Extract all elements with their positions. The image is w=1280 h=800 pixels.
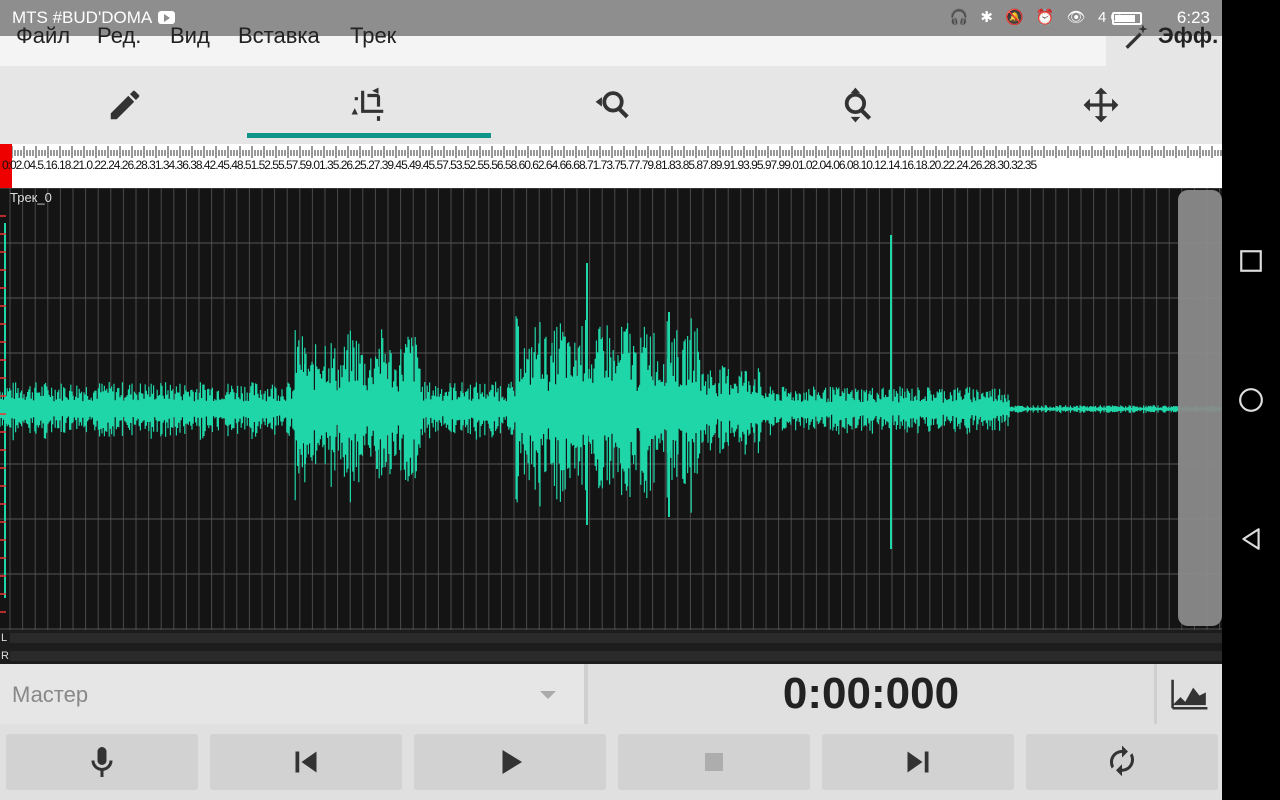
tool-pencil[interactable]: [3, 66, 247, 144]
spectrum-button[interactable]: [1157, 664, 1222, 724]
tool-bar: [0, 66, 1222, 144]
channel-right-label: R: [1, 650, 9, 662]
app-window: MTS #BUD'DOMA 🎧 ✱ 🔕 ⏰ 👁 4G 6:23 Файл Ред…: [0, 0, 1222, 800]
effects-label: Эфф.: [1158, 23, 1219, 48]
stop-icon: [705, 753, 723, 771]
microphone-icon: [91, 747, 113, 777]
zoom-vertical-icon: [844, 87, 872, 123]
time-display: 0:00:000: [782, 669, 960, 718]
active-tool-indicator: [247, 133, 491, 138]
move-icon: [1083, 87, 1119, 123]
waveform: [0, 188, 1222, 630]
vertical-scrollbar[interactable]: [1178, 190, 1222, 626]
android-nav-bar: [1222, 0, 1280, 800]
chevron-down-icon: [540, 691, 556, 699]
master-select[interactable]: Мастер: [0, 664, 584, 724]
menu-track[interactable]: Трек: [350, 23, 396, 49]
transport-panel: Мастер 0:00:000: [0, 664, 1222, 800]
skip-forward-icon: [907, 751, 929, 773]
pencil-icon: [110, 90, 140, 120]
status-icons: 🎧 ✱ 🔕 ⏰ 👁 4G: [949, 9, 1126, 26]
channel-right-meter: [10, 651, 1222, 661]
tool-zoom-horizontal[interactable]: [491, 66, 735, 144]
recents-icon[interactable]: [1238, 248, 1264, 274]
effects-button[interactable]: Эфф.: [1106, 23, 1222, 66]
loop-button[interactable]: [1026, 734, 1218, 790]
tool-zoom-vertical[interactable]: [735, 66, 979, 144]
channel-left-label: L: [1, 632, 8, 644]
menu-bar: Файл Ред. Вид Вставка Трек: [0, 23, 1106, 66]
menu-edit[interactable]: Ред.: [97, 23, 141, 49]
ruler-labels: 0:02.04.5.16.18.21.0.22.24.26.28.31.34.3…: [2, 158, 1037, 172]
menu-view[interactable]: Вид: [170, 23, 210, 49]
zoom-horizontal-icon: [595, 91, 629, 119]
stop-button[interactable]: [618, 734, 810, 790]
home-icon[interactable]: [1238, 387, 1264, 413]
tool-move[interactable]: [979, 66, 1222, 144]
record-button[interactable]: [6, 734, 198, 790]
loop-icon: [1110, 745, 1134, 777]
master-label: Мастер: [12, 682, 89, 707]
menu-file[interactable]: Файл: [16, 23, 70, 49]
magic-wand-icon: [1125, 24, 1148, 49]
channel-left-meter: [10, 633, 1222, 643]
skip-back-icon: [295, 751, 317, 773]
skip-forward-button[interactable]: [822, 734, 1014, 790]
track-name: Трек_0: [10, 190, 52, 205]
play-button[interactable]: [414, 734, 606, 790]
spectrum-icon: [1170, 679, 1207, 710]
skip-back-button[interactable]: [210, 734, 402, 790]
crop-select-icon: [351, 87, 384, 121]
timeline-ruler[interactable]: 0:02.04.5.16.18.21.0.22.24.26.28.31.34.3…: [0, 144, 1222, 188]
back-icon[interactable]: [1238, 526, 1264, 552]
waveform-path: [0, 316, 1222, 513]
play-icon: [502, 750, 522, 774]
menu-insert[interactable]: Вставка: [238, 23, 320, 49]
channel-strip: L R: [0, 630, 1222, 664]
waveform-area[interactable]: Трек_0: [0, 188, 1222, 630]
